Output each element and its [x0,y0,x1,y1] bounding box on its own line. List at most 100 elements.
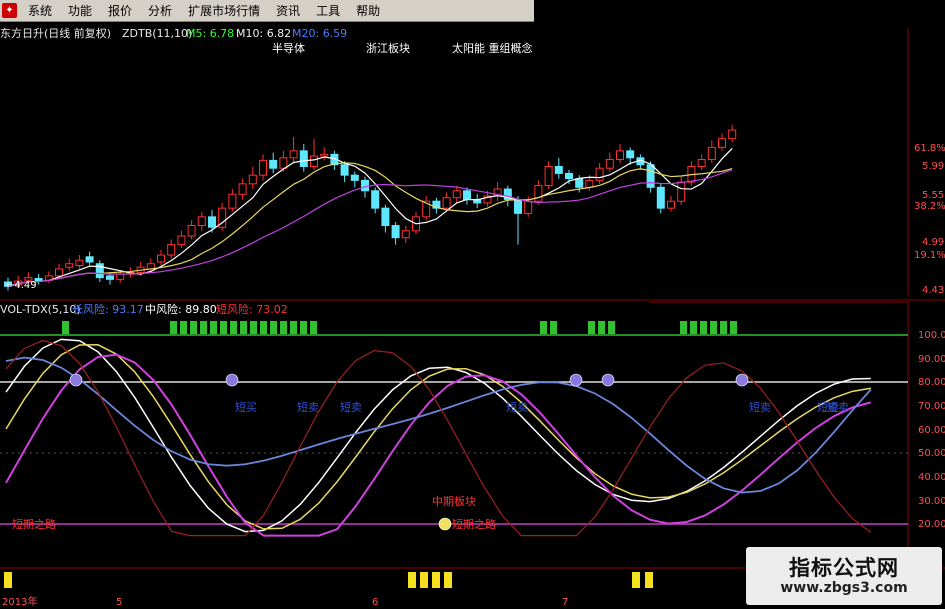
yellow-signal-bar [420,572,428,588]
candle-body [350,174,359,181]
ma10-line [7,162,733,287]
candle-body [85,256,94,263]
low-price-marker: ←4.49 [6,280,37,291]
signal-label: 短买 [235,401,257,414]
green-signal-bar [300,321,307,334]
candle-body [361,179,369,192]
ma10-label: M10: 6.82 [236,27,292,40]
face-icon [438,517,452,531]
mid-risk-label: 中风险: 89.80 [145,303,217,316]
candle-body [197,216,206,227]
candle-body [391,225,400,239]
app-logo-icon: ✦ [2,3,17,18]
candle-body [626,150,635,159]
candlesticks [4,124,737,291]
watermark-url: www.zbgs3.com [780,580,908,596]
candle-body [605,159,614,169]
indicator-axis-label: 100.0 [918,330,945,341]
indicator-axis-label: 30.00 [918,496,945,507]
face-icon [69,373,83,387]
x-axis-label: 6 [372,597,379,608]
candle-body [595,167,604,181]
ma5-label: M5: 6.78 [186,27,235,40]
indicator-panel-title: VOL-TDX(5,10) [0,303,81,316]
face-icon [569,373,583,387]
menu-item[interactable]: 系统 [20,0,60,22]
candle-body [228,193,237,209]
candle-body [463,190,471,200]
candle-body [616,150,624,161]
candle-body [728,129,737,140]
green-signal-bar [598,321,605,334]
long-risk-label: 长风险: 93.17 [72,303,144,316]
green-signal-bar [270,321,277,334]
green-signal-bar [690,321,697,334]
candle-body [95,263,104,279]
sector-annotation: 半导体 [272,42,305,55]
watermark: 指标公式网 www.zbgs3.com [746,547,942,605]
x-axis-label: 5 [116,597,123,608]
price-axis-label: 4.99 [922,237,945,248]
menu-item[interactable]: 扩展市场行情 [180,0,268,22]
candle-body [208,216,216,228]
indicator-axis-label: 60.00 [918,425,945,436]
candle-body [187,225,196,237]
face-icon [735,373,749,387]
sector-annotation: 太阳能 重组概念 [452,42,533,55]
price-axis-label: 61.8% [914,143,945,154]
green-signal-bar [190,321,197,334]
candle-body [656,186,665,209]
x-axis-label: 7 [562,597,569,608]
menu-item[interactable]: 分析 [140,0,180,22]
green-signal-bar [200,321,207,334]
menu-item[interactable]: 资讯 [268,0,308,22]
yellow-signal-bar [645,572,653,588]
signal-label: 短卖 [340,401,362,414]
candle-body [707,146,716,161]
green-signal-bar [230,321,237,334]
menu-item[interactable]: 功能 [60,0,100,22]
bottom-left-label: 短期之路 [12,518,56,531]
x-axis-label: 2013年 [2,597,38,608]
indicator-axis-label: 20.00 [918,519,945,530]
candle-body [401,230,410,239]
green-signal-bar [280,321,287,334]
menu-item[interactable]: 帮助 [348,0,388,22]
candle-body [565,172,573,180]
candle-body [442,197,451,209]
candle-body [371,190,380,209]
indicator-axis-label: 70.00 [918,401,945,412]
candle-body [177,235,186,246]
candle-body [585,179,594,188]
green-signal-bar [240,321,247,334]
green-signal-bar [680,321,687,334]
candle-body [299,150,308,167]
candle-body [116,273,125,280]
moving-average-lines [7,147,733,287]
watermark-title: 指标公式网 [789,556,899,580]
candle-body [75,259,84,266]
green-signal-bar [290,321,297,334]
face-icon [225,373,239,387]
candle-body [320,153,329,157]
signal-label: 短卖 [297,401,319,414]
indicator-axis-label: 90.00 [918,354,945,365]
menu-item[interactable]: 报价 [100,0,140,22]
candle-body [238,183,247,195]
price-axis-label: 4.43 [922,285,945,296]
candle-body [55,268,63,277]
bottom-mid-label-2: 中期板块 [432,495,476,508]
candle-body [697,159,706,167]
candle-body [279,157,288,169]
menu-item[interactable]: 工具 [308,0,348,22]
candle-body [106,275,114,280]
candle-body [718,138,726,148]
candle-body [534,185,543,202]
green-signal-bar [550,321,557,334]
green-signal-bar [730,321,737,334]
green-signal-bar [588,321,595,334]
candle-body [452,190,461,199]
green-signal-bar [260,321,267,334]
price-axis-label: 19.1% [914,250,945,261]
candle-body [310,155,318,167]
